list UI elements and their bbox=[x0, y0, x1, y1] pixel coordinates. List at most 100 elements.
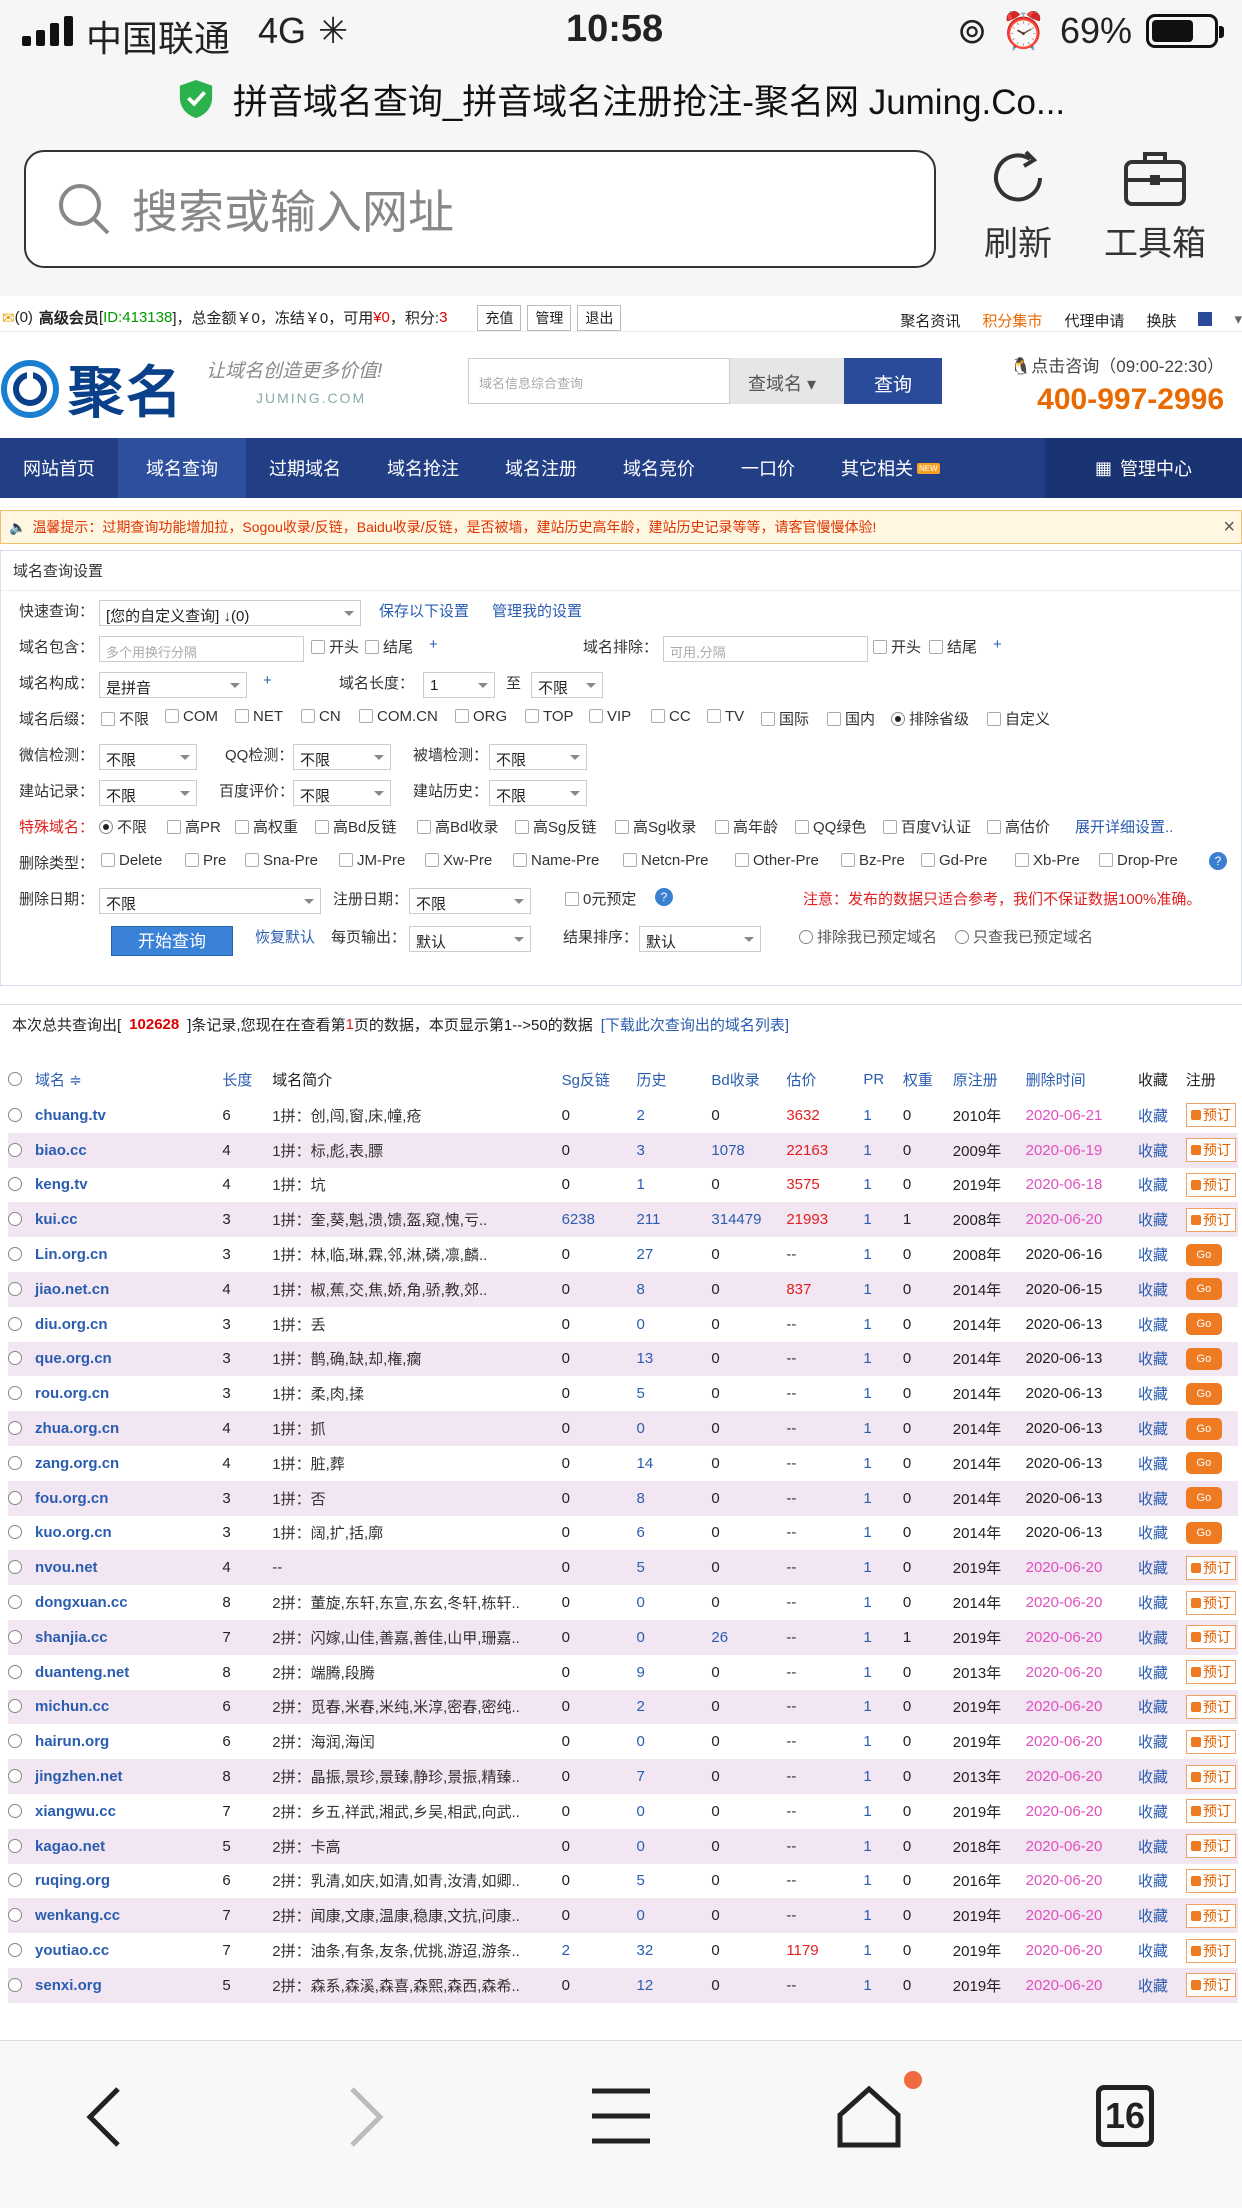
qq-select[interactable]: 不限 bbox=[293, 744, 391, 770]
domain-link[interactable]: dongxuan.cc bbox=[35, 1585, 223, 1620]
suffix-domestic[interactable]: 国内 bbox=[827, 708, 875, 729]
history-link[interactable]: 27 bbox=[636, 1237, 712, 1272]
history-link[interactable]: 14 bbox=[636, 1445, 712, 1481]
book-button[interactable]: 预订 bbox=[1185, 1590, 1236, 1615]
domain-link[interactable]: wenkang.cc bbox=[35, 1898, 223, 1934]
history-link[interactable]: 9 bbox=[636, 1654, 712, 1690]
book-button[interactable]: 预订 bbox=[1185, 1660, 1236, 1685]
refresh-button[interactable]: 刷新 bbox=[984, 146, 1052, 265]
row-checkbox[interactable] bbox=[8, 1247, 22, 1262]
special-high-sg-index[interactable]: 高Sg收录 bbox=[615, 816, 696, 837]
select-all-checkbox[interactable] bbox=[8, 1071, 22, 1086]
history-link[interactable]: 2 bbox=[636, 1098, 712, 1133]
domain-link[interactable]: ruqing.org bbox=[35, 1863, 223, 1899]
history-link[interactable]: 8 bbox=[636, 1271, 712, 1307]
nav-snap[interactable]: 域名抢注 bbox=[364, 438, 482, 498]
domain-link[interactable]: shanjia.cc bbox=[35, 1619, 223, 1655]
nav-auction[interactable]: 域名竞价 bbox=[600, 438, 718, 498]
favorite-link[interactable]: 收藏 bbox=[1138, 1863, 1186, 1899]
include-end-checkbox[interactable]: 结尾 bbox=[365, 636, 413, 657]
exclude-booked-radio[interactable]: 排除我已预定域名 bbox=[799, 926, 937, 947]
row-checkbox[interactable] bbox=[8, 1908, 22, 1923]
site-history-select[interactable]: 不限 bbox=[489, 780, 587, 806]
suffix-tv[interactable]: TV bbox=[707, 708, 744, 725]
delete-date-select[interactable]: 不限 bbox=[99, 888, 321, 914]
site-search-input[interactable]: 域名信息综合查询 bbox=[468, 358, 730, 404]
link-news[interactable]: 聚名资讯 bbox=[900, 310, 960, 331]
deltype-delete[interactable]: Delete bbox=[101, 852, 162, 869]
book-button[interactable]: 预订 bbox=[1185, 1729, 1236, 1754]
sort-select[interactable]: 默认 bbox=[639, 926, 761, 952]
book-button[interactable]: 预订 bbox=[1185, 1625, 1236, 1650]
row-checkbox[interactable] bbox=[8, 1525, 22, 1540]
favorite-link[interactable]: 收藏 bbox=[1138, 1933, 1186, 1968]
skin-color-icon[interactable] bbox=[1198, 312, 1213, 326]
history-link[interactable]: 1 bbox=[636, 1167, 712, 1203]
nav-domain-query[interactable]: 域名查询 bbox=[118, 438, 246, 498]
history-link[interactable]: 211 bbox=[636, 1202, 712, 1238]
compose-add-button[interactable]: + bbox=[263, 672, 272, 689]
back-icon[interactable] bbox=[82, 2085, 126, 2149]
special-any[interactable]: 不限 bbox=[99, 816, 147, 837]
domain-link[interactable]: que.org.cn bbox=[35, 1341, 223, 1377]
deltype-pre[interactable]: Pre bbox=[185, 852, 226, 869]
history-link[interactable]: 5 bbox=[636, 1863, 712, 1899]
download-list-link[interactable]: [下载此次查询出的域名列表] bbox=[601, 1014, 789, 1035]
domain-link[interactable]: diu.org.cn bbox=[35, 1306, 223, 1342]
special-high-value[interactable]: 高估价 bbox=[987, 816, 1050, 837]
go-button[interactable]: Go bbox=[1185, 1313, 1222, 1336]
nav-register[interactable]: 域名注册 bbox=[482, 438, 600, 498]
suffix-com[interactable]: COM bbox=[165, 708, 218, 725]
suffix-cc[interactable]: CC bbox=[651, 708, 691, 725]
history-link[interactable]: 0 bbox=[636, 1724, 712, 1760]
only-booked-radio[interactable]: 只查我已预定域名 bbox=[955, 926, 1093, 947]
recharge-button[interactable]: 充值 bbox=[477, 304, 522, 331]
deltype-name[interactable]: Name-Pre bbox=[513, 852, 599, 869]
page-title-bar[interactable]: 拼音域名查询_拼音域名注册抢注-聚名网 Juming.Co... bbox=[0, 64, 1242, 134]
row-checkbox[interactable] bbox=[8, 1142, 22, 1157]
link-agent[interactable]: 代理申请 bbox=[1064, 310, 1124, 331]
col-value[interactable]: 估价 bbox=[786, 1060, 863, 1098]
nav-other[interactable]: 其它相关 NEW bbox=[818, 438, 963, 498]
register-date-select[interactable]: 不限 bbox=[409, 888, 531, 914]
row-checkbox[interactable] bbox=[8, 1455, 22, 1470]
save-settings-link[interactable]: 保存以下设置 bbox=[379, 600, 469, 621]
row-checkbox[interactable] bbox=[8, 1386, 22, 1401]
special-high-sg-links[interactable]: 高Sg反链 bbox=[515, 816, 596, 837]
domain-link[interactable]: youtiao.cc bbox=[35, 1933, 223, 1968]
suffix-org[interactable]: ORG bbox=[455, 708, 507, 725]
book-button[interactable]: 预订 bbox=[1185, 1903, 1236, 1928]
domain-link[interactable]: rou.org.cn bbox=[35, 1376, 223, 1412]
row-checkbox[interactable] bbox=[8, 1699, 22, 1714]
col-sg-links[interactable]: Sg反链 bbox=[562, 1060, 637, 1098]
wechat-select[interactable]: 不限 bbox=[99, 744, 197, 770]
favorite-link[interactable]: 收藏 bbox=[1138, 1237, 1186, 1272]
book-button[interactable]: 预订 bbox=[1185, 1207, 1236, 1232]
help-icon[interactable]: ? bbox=[1209, 852, 1227, 870]
go-button[interactable]: Go bbox=[1185, 1382, 1222, 1405]
baidu-rating-select[interactable]: 不限 bbox=[293, 780, 391, 806]
close-icon[interactable]: × bbox=[1223, 516, 1235, 539]
special-high-pr[interactable]: 高PR bbox=[167, 816, 221, 837]
exclude-end-checkbox[interactable]: 结尾 bbox=[929, 636, 977, 657]
favorite-link[interactable]: 收藏 bbox=[1138, 1411, 1186, 1446]
domain-link[interactable]: kuo.org.cn bbox=[35, 1515, 223, 1551]
favorite-link[interactable]: 收藏 bbox=[1138, 1793, 1186, 1829]
length-min-select[interactable]: 1 bbox=[423, 672, 495, 698]
toolbox-button[interactable]: 工具箱 bbox=[1104, 146, 1206, 265]
domain-link[interactable]: fou.org.cn bbox=[35, 1480, 223, 1516]
col-history[interactable]: 历史 bbox=[636, 1060, 711, 1098]
suffix-comcn[interactable]: COM.CN bbox=[359, 708, 438, 725]
favorite-link[interactable]: 收藏 bbox=[1138, 1654, 1186, 1690]
wall-select[interactable]: 不限 bbox=[489, 744, 587, 770]
history-link[interactable]: 0 bbox=[636, 1828, 712, 1864]
include-start-checkbox[interactable]: 开头 bbox=[311, 636, 359, 657]
tabs-button[interactable]: 16 bbox=[1096, 2085, 1154, 2147]
suffix-vip[interactable]: VIP bbox=[589, 708, 631, 725]
nav-manage-center[interactable]: ▦ 管理中心 bbox=[1044, 438, 1242, 498]
domain-link[interactable]: zang.org.cn bbox=[35, 1445, 223, 1481]
domain-link[interactable]: michun.cc bbox=[35, 1689, 223, 1725]
logout-button[interactable]: 退出 bbox=[577, 304, 622, 331]
favorite-link[interactable]: 收藏 bbox=[1138, 1759, 1186, 1794]
history-link[interactable]: 3 bbox=[636, 1132, 712, 1168]
